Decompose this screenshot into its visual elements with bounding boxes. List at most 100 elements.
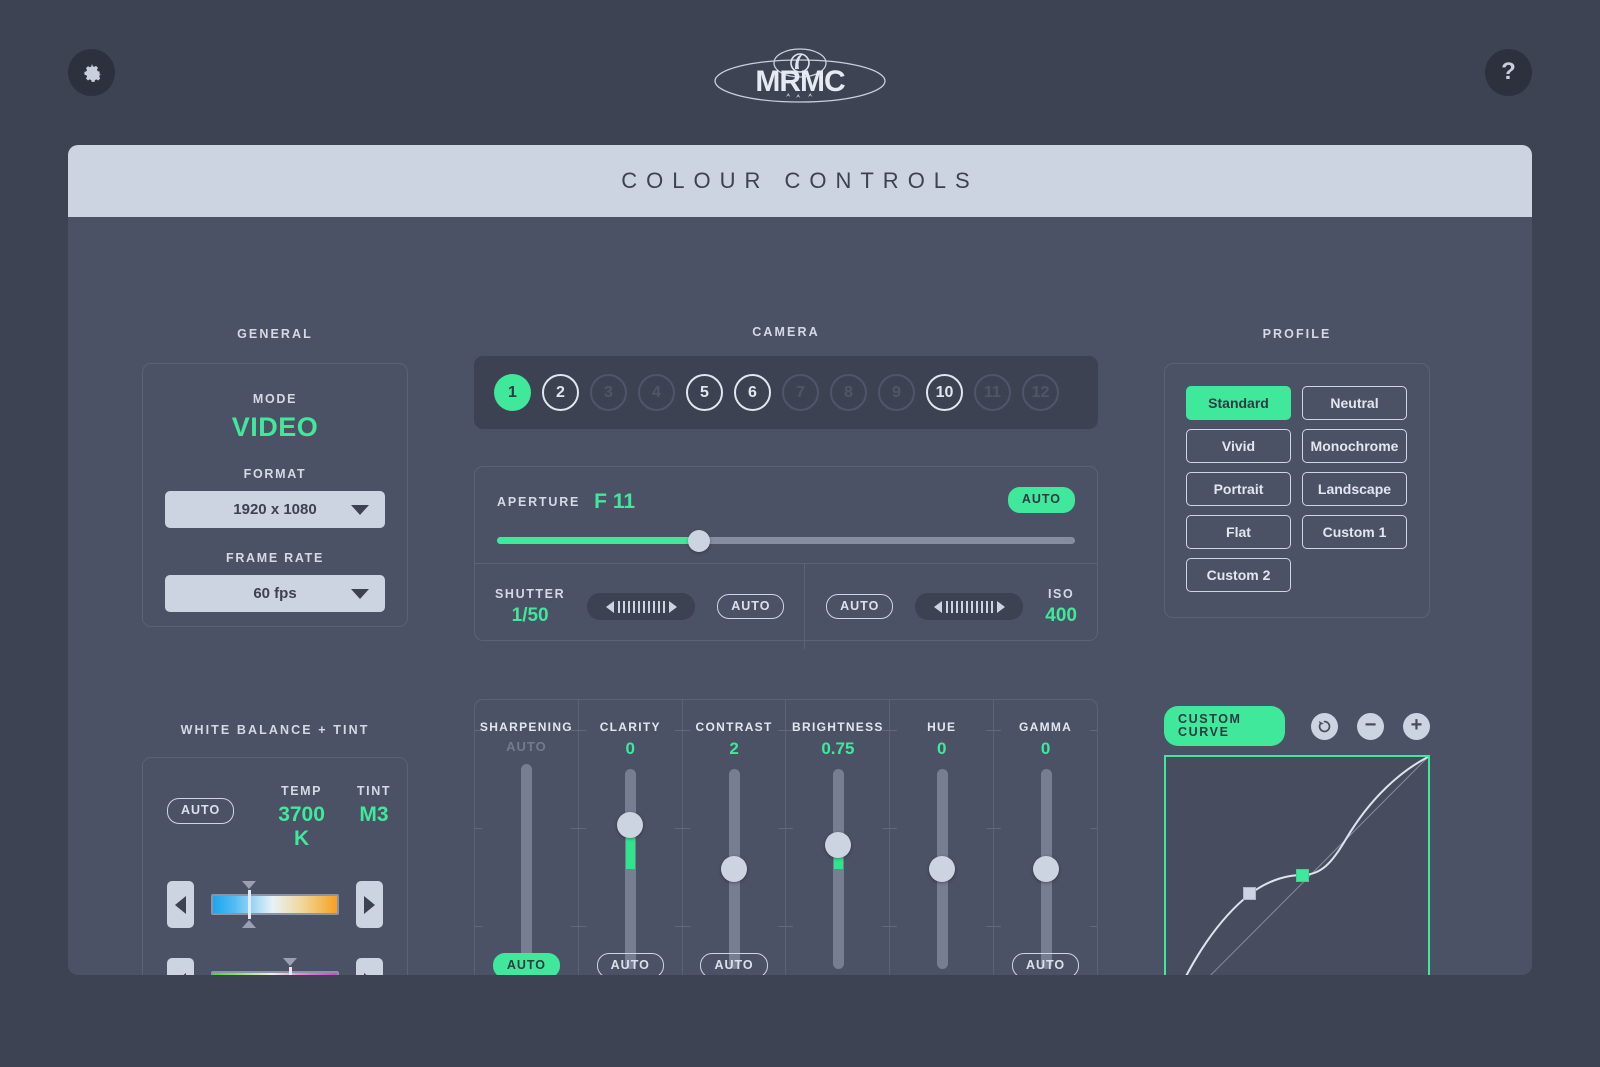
slider-label: CONTRAST <box>695 720 773 734</box>
tint-increase-button[interactable] <box>356 958 383 975</box>
temp-increase-button[interactable] <box>356 881 383 928</box>
arrow-right-icon[interactable] <box>668 600 677 613</box>
custom-curve-button[interactable]: CUSTOM CURVE <box>1164 706 1285 746</box>
profile-button-custom-2[interactable]: Custom 2 <box>1186 558 1291 592</box>
profile-button-standard[interactable]: Standard <box>1186 386 1291 420</box>
left-column: GENERAL MODE VIDEO FORMAT 1920 x 1080 FR… <box>142 217 408 975</box>
frame-rate-label: FRAME RATE <box>225 551 324 565</box>
white-balance-auto-button[interactable]: AUTO <box>167 798 235 824</box>
slider-track-wrap[interactable] <box>824 769 851 969</box>
question-mark-icon: ? <box>1501 57 1516 85</box>
slider-tick <box>676 730 690 731</box>
slider-track-wrap[interactable] <box>617 769 644 969</box>
adjustment-sliders-panel: SHARPENING AUTO AUTO CLARITY 0 AUTO CONTRAST 2 A… <box>474 699 1098 975</box>
slider-tick <box>475 926 482 927</box>
slider-value: 2 <box>729 739 739 758</box>
slider-tick <box>572 730 586 731</box>
slider-track-wrap[interactable] <box>928 769 955 969</box>
slider-tick <box>1089 828 1097 829</box>
shutter-readout: SHUTTER 1/50 <box>495 587 565 627</box>
curve-toolbar: CUSTOM CURVE − + <box>1164 706 1430 746</box>
slider-track <box>832 769 844 969</box>
aperture-value: F 11 <box>594 490 636 513</box>
slider-track-wrap[interactable] <box>517 764 535 964</box>
curve-reset-button[interactable] <box>1311 712 1338 740</box>
slider-handle[interactable] <box>1032 856 1059 882</box>
slider-auto-button[interactable]: AUTO <box>596 952 664 975</box>
slider-column-clarity: CLARITY 0 AUTO <box>572 700 688 975</box>
shutter-stepper[interactable] <box>587 593 696 620</box>
aperture-slider-handle[interactable] <box>688 530 711 552</box>
slider-track-wrap[interactable] <box>721 769 748 969</box>
slider-handle[interactable] <box>928 856 955 882</box>
top-bar: MRMC ? <box>0 0 1600 145</box>
help-button[interactable]: ? <box>1485 49 1532 96</box>
plus-icon: + <box>1410 714 1423 736</box>
frame-rate-select[interactable]: 60 fps <box>165 575 385 612</box>
camera-button-1[interactable]: 1 <box>494 374 531 411</box>
profile-button-custom-1[interactable]: Custom 1 <box>1302 515 1407 549</box>
iso-auto-button[interactable]: AUTO <box>826 593 894 620</box>
tint-gradient-slider[interactable] <box>211 958 339 975</box>
profile-button-portrait[interactable]: Portrait <box>1186 472 1291 506</box>
card-header: COLOUR CONTROLS <box>68 145 1532 217</box>
profile-panel: Standard Neutral Vivid Monochrome Portrait La… <box>1164 363 1430 618</box>
tint-gradient-bar <box>211 971 339 975</box>
slider-handle[interactable] <box>721 856 748 882</box>
slider-tick <box>572 828 586 829</box>
aperture-slider[interactable] <box>497 530 1075 552</box>
tint-decrease-button[interactable] <box>167 958 194 975</box>
temp-gradient-slider[interactable] <box>211 881 339 928</box>
camera-button-10[interactable]: 10 <box>926 374 963 411</box>
curve-zoom-out-button[interactable]: − <box>1357 712 1384 740</box>
arrow-left-icon[interactable] <box>933 600 942 613</box>
profile-button-flat[interactable]: Flat <box>1186 515 1291 549</box>
slider-handle[interactable] <box>617 812 644 838</box>
profile-button-landscape[interactable]: Landscape <box>1302 472 1407 506</box>
curve-control-point[interactable] <box>1295 868 1309 882</box>
camera-button-6[interactable]: 6 <box>734 374 771 411</box>
slider-tick <box>572 926 586 927</box>
slider-tick <box>475 828 482 829</box>
arrow-left-icon[interactable] <box>605 600 614 613</box>
tint-slider-row <box>167 958 383 975</box>
slider-auto-button[interactable]: AUTO <box>492 952 560 975</box>
settings-button[interactable] <box>68 49 115 96</box>
slider-auto-button[interactable]: AUTO <box>1011 952 1080 975</box>
camera-button-5[interactable]: 5 <box>686 374 723 411</box>
shutter-label: SHUTTER <box>495 586 566 601</box>
slider-value: 0 <box>1040 739 1051 758</box>
curve-control-point[interactable] <box>1243 887 1257 901</box>
temp-decrease-button[interactable] <box>167 881 194 928</box>
slider-tick <box>780 926 794 927</box>
custom-curve-editor[interactable] <box>1164 755 1430 975</box>
camera-button-7: 7 <box>782 374 819 411</box>
aperture-auto-button[interactable]: AUTO <box>1007 487 1075 513</box>
camera-button-2[interactable]: 2 <box>542 374 579 411</box>
profile-button-neutral[interactable]: Neutral <box>1302 386 1407 420</box>
slider-label: CLARITY <box>599 720 661 734</box>
iso-stepper[interactable] <box>915 593 1024 620</box>
camera-selector: 1 2 3 4 5 6 7 8 9 10 11 12 <box>474 356 1098 429</box>
camera-section-label: CAMERA <box>752 325 820 339</box>
aperture-slider-fill <box>497 537 700 544</box>
profile-button-vivid[interactable]: Vivid <box>1186 429 1291 463</box>
slider-tick <box>676 926 690 927</box>
curve-zoom-in-button[interactable]: + <box>1403 712 1430 740</box>
stepper-ticks <box>945 600 993 613</box>
profile-button-monochrome[interactable]: Monochrome <box>1302 429 1407 463</box>
camera-button-12: 12 <box>1022 374 1059 411</box>
slider-value: AUTO <box>506 739 547 754</box>
format-select[interactable]: 1920 x 1080 <box>165 491 385 528</box>
slider-tick <box>1089 730 1097 731</box>
iso-label: ISO <box>1047 586 1075 601</box>
slider-handle[interactable] <box>824 832 851 858</box>
slider-label: GAMMA <box>1018 720 1073 734</box>
arrow-right-icon[interactable] <box>996 600 1005 613</box>
arrow-left-icon <box>175 895 186 914</box>
iso-value: 400 <box>1045 604 1077 626</box>
slider-track-wrap[interactable] <box>1032 769 1059 969</box>
tint-value: M3 <box>359 803 389 826</box>
shutter-auto-button[interactable]: AUTO <box>717 593 785 620</box>
slider-auto-button[interactable]: AUTO <box>700 952 768 975</box>
